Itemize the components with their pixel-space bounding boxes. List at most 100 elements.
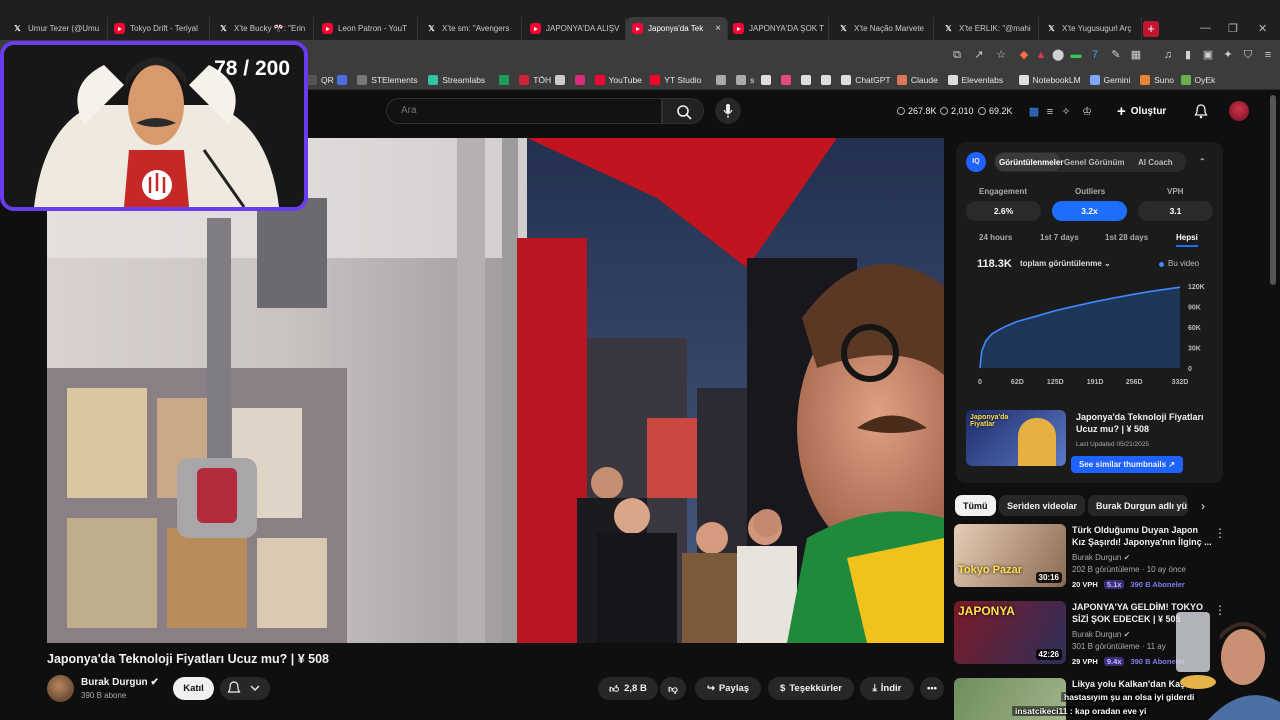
search-box[interactable] (386, 98, 662, 124)
bookmark-item[interactable] (337, 73, 351, 87)
extension-icon-3[interactable]: 7 (1089, 49, 1101, 61)
vidiq-icon[interactable]: ▩ (1028, 106, 1040, 118)
channel-avatar[interactable] (47, 675, 74, 702)
rec-channel[interactable]: Burak Durgun ✔ (1072, 630, 1130, 639)
music-icon[interactable]: ♫ (1162, 49, 1174, 61)
rec-channel[interactable]: Burak Durgun ✔ (1072, 553, 1130, 562)
related-title[interactable]: Japonya'da Teknoloji Fiyatları Ucuz mu? … (1076, 411, 1216, 435)
more-options-icon[interactable]: ⋮ (1214, 526, 1226, 540)
search-button[interactable] (662, 98, 704, 124)
tab-4[interactable]: 𝕏 X'te sm: "Avengers (420, 17, 522, 40)
chip-all[interactable]: Tümü (955, 495, 996, 516)
bookmark-item[interactable]: TÖH (519, 73, 551, 87)
chip-series[interactable]: Seriden videolar (999, 495, 1086, 516)
vidiq-tab-ai-coach[interactable]: AI Coach (1138, 158, 1173, 167)
rewards-icon[interactable]: ▲ (1035, 49, 1047, 61)
tab-1[interactable]: Tokyo Drift - Teriyal (108, 17, 210, 40)
bookmark-item[interactable] (554, 73, 569, 87)
shield-icon[interactable]: ⛉ (1242, 49, 1254, 61)
search-input[interactable] (401, 105, 641, 116)
maximize-icon[interactable]: ❐ (1228, 22, 1238, 35)
share-icon[interactable]: ↗ (973, 49, 985, 61)
dislike-button[interactable]: 👎︎ (660, 677, 686, 700)
chip-channel[interactable]: Burak Durgun adlı yü (1088, 495, 1188, 516)
bookmark-item[interactable]: Elevenlabs (947, 73, 1003, 87)
bookmark-item[interactable] (716, 73, 730, 87)
tab-5[interactable]: JAPONYA'DA ALIŞV (524, 17, 626, 40)
tab-10[interactable]: 𝕏 X'te Yugusugurl Arç (1040, 17, 1142, 40)
bookmark-item[interactable]: OyEk (1180, 73, 1215, 87)
bookmark-item[interactable]: Streamlabs (428, 73, 485, 87)
share-button[interactable]: ↪ Paylaş (695, 677, 761, 700)
tab-6[interactable]: Japonya'da Tek × (626, 17, 728, 40)
ai-icon[interactable]: ✦ (1222, 49, 1234, 61)
page-scrollbar[interactable] (1270, 95, 1276, 285)
tab-2[interactable]: 𝕏 X'te Bucky 🎌: "Erin (212, 17, 314, 40)
thanks-button[interactable]: $ Teşekkürler (768, 677, 854, 700)
open-in-new-icon[interactable]: ⧉ (951, 49, 963, 61)
like-button[interactable]: 👍︎ 2,8 B (598, 677, 658, 700)
bookmark-item[interactable] (499, 73, 513, 87)
collapse-icon[interactable]: ⌃ (1199, 157, 1206, 166)
extension-icon-4[interactable]: ✎ (1110, 49, 1122, 61)
sidebar-icon[interactable]: ▮ (1182, 49, 1194, 61)
legend-dot (1159, 262, 1164, 267)
bookmark-item[interactable]: Suno (1140, 73, 1174, 87)
tab-8[interactable]: 𝕏 X'te Nação Marvete (832, 17, 934, 40)
bookmark-item[interactable] (574, 73, 589, 87)
bookmark-item[interactable]: s (736, 73, 754, 87)
wallet-icon[interactable]: ▣ (1202, 49, 1214, 61)
see-similar-button[interactable]: See similar thumbnails ↗ (1071, 456, 1183, 473)
vidiq-tab-views[interactable]: Görüntülenmeler (999, 158, 1063, 167)
bookmark-item[interactable]: Claude (896, 73, 938, 87)
bookmark-item[interactable]: STElements (357, 73, 417, 87)
tab-0[interactable]: 𝕏 Umur Tezer (@Umu (6, 17, 108, 40)
extension-icon-2[interactable]: ▬ (1070, 49, 1082, 61)
bookmark-item[interactable] (761, 73, 775, 87)
range-24h[interactable]: 24 hours (979, 233, 1012, 242)
bookmark-item[interactable]: Gemini (1089, 73, 1130, 87)
bookmark-item[interactable] (801, 73, 815, 87)
related-thumbnail[interactable]: Japonya'da Fiyatlar (966, 410, 1066, 466)
bookmark-item[interactable]: YT Studio (650, 73, 701, 87)
bookmark-item[interactable]: QR (307, 73, 334, 87)
join-button[interactable]: Katıl (173, 677, 214, 700)
channel-name[interactable]: Burak Durgun ✔ (81, 677, 159, 688)
tab-3[interactable]: Leon Patron - YouT (316, 17, 418, 40)
create-button[interactable]: + Oluştur (1117, 100, 1166, 122)
star-icon[interactable]: ☆ (995, 49, 1007, 61)
bookmark-item[interactable]: YouTube (594, 73, 642, 87)
minimize-icon[interactable]: — (1200, 22, 1211, 34)
tab-9[interactable]: 𝕏 X'te ERLIK: "@mahi (937, 17, 1039, 40)
range-all[interactable]: Hepsi (1176, 233, 1198, 247)
total-views-dropdown[interactable]: toplam görüntülenme ⌄ (1020, 259, 1111, 268)
voice-search-button[interactable] (715, 98, 741, 124)
close-window-icon[interactable]: ✕ (1258, 22, 1267, 35)
brave-shield-icon[interactable]: ◆ (1018, 49, 1030, 61)
extension-icon-1[interactable]: ⬤ (1052, 49, 1064, 61)
user-avatar[interactable] (1229, 101, 1249, 121)
subscription-bell-button[interactable] (220, 677, 270, 700)
recommendation-item[interactable]: Tokyo Pazar 30:16 Türk Olduğumu Duyan Ja… (954, 524, 1226, 594)
tab-label: Japonya'da Tek (648, 24, 704, 33)
list-icon[interactable]: ≡ (1044, 106, 1056, 118)
download-button[interactable]: ⤓ İndir (860, 677, 914, 700)
new-tab-button[interactable]: + (1143, 21, 1159, 37)
close-tab-icon[interactable]: × (715, 23, 721, 34)
bookmark-item[interactable]: NotebookLM (1018, 73, 1081, 87)
bell-icon[interactable] (1193, 103, 1209, 119)
tab-7[interactable]: JAPONYA'DA ŞOK T (727, 17, 829, 40)
video-player[interactable] (47, 138, 944, 643)
vidiq-tab-overview[interactable]: Genel Görünüm (1064, 158, 1124, 167)
bookmark-item[interactable]: ChatGPT (841, 73, 891, 87)
bookmark-item[interactable] (781, 73, 795, 87)
chevron-right-icon[interactable]: › (1201, 499, 1205, 513)
more-actions-button[interactable]: ••• (920, 677, 944, 700)
extension-icon-5[interactable]: ▦ (1130, 49, 1142, 61)
bookmark-item[interactable] (821, 73, 835, 87)
range-7d[interactable]: 1st 7 days (1040, 233, 1079, 242)
menu-icon[interactable]: ≡ (1262, 49, 1274, 61)
range-28d[interactable]: 1st 28 days (1105, 233, 1148, 242)
badge-icon[interactable]: ♔ (1081, 106, 1093, 118)
sparkle-icon[interactable]: ✧ (1060, 106, 1072, 118)
